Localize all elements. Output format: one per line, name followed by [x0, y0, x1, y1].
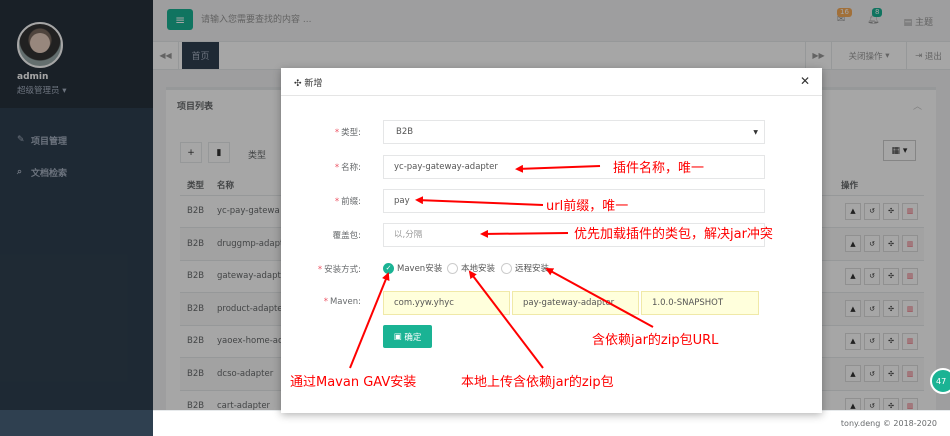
annotation-maven-install: 通过Mavan GAV安装 — [290, 375, 417, 390]
annotation-override: 优先加载插件的类包，解决jar冲突 — [574, 227, 773, 242]
prefix-label-text: 前缀: — [341, 197, 361, 207]
type-select[interactable]: B2B ▼ — [383, 120, 765, 144]
name-label: * 名称: — [334, 163, 361, 173]
circle-icon — [447, 262, 458, 274]
radio-label: 远程安装 — [515, 264, 550, 274]
maven-version-field[interactable] — [641, 291, 759, 315]
radio-label: Maven安装 — [397, 264, 443, 274]
circle-icon — [501, 262, 512, 274]
footer: tony.deng © 2018-2020 — [153, 410, 950, 436]
name-label-text: 名称: — [341, 163, 361, 173]
floating-chat-badge[interactable]: 47 — [930, 368, 950, 394]
annotation-zip-url: 含依赖jar的zip包URL — [592, 333, 719, 348]
name-field[interactable] — [383, 155, 765, 179]
footer-copyright: tony.deng © 2018-2020 — [840, 419, 937, 428]
annotation-local-upload: 本地上传含依赖jar的zip包 — [461, 375, 614, 390]
puzzle-icon: ✣ — [294, 79, 302, 89]
modal-header: ✣ 新增 ✕ — [281, 68, 822, 96]
modal-title-text: 新增 — [304, 79, 323, 89]
maven-label: * Maven: — [323, 297, 361, 307]
annotation-plugin-name: 插件名称，唯一 — [613, 161, 705, 176]
override-label: 覆盖包: — [332, 231, 361, 241]
confirm-label: 确定 — [404, 332, 422, 343]
radio-remote-install[interactable]: 远程安装 — [501, 262, 549, 274]
chevron-down-icon: ▼ — [753, 129, 758, 136]
maven-label-text: Maven: — [329, 297, 361, 307]
confirm-button[interactable]: ▣ 确定 — [383, 325, 432, 348]
radio-maven-install[interactable]: ✓ Maven安装 — [383, 262, 442, 274]
type-select-value: B2B — [396, 127, 414, 137]
maven-artifact-id-field[interactable] — [512, 291, 639, 315]
install-method-label: * 安装方式: — [317, 265, 361, 275]
radio-local-install[interactable]: 本地安装 — [447, 262, 495, 274]
type-label-text: 类型: — [341, 128, 361, 138]
type-label: * 类型: — [334, 128, 361, 138]
modal-title: ✣ 新增 — [294, 76, 322, 89]
annotation-url-prefix: url前缀，唯一 — [546, 199, 629, 214]
prefix-label: * 前缀: — [334, 197, 361, 207]
save-icon: ▣ — [393, 331, 402, 342]
radio-label: 本地安装 — [461, 264, 496, 274]
close-icon[interactable]: ✕ — [800, 74, 810, 88]
install-label-text: 安装方式: — [324, 265, 361, 275]
check-circle-icon: ✓ — [383, 262, 394, 274]
maven-group-id-field[interactable] — [383, 291, 510, 315]
